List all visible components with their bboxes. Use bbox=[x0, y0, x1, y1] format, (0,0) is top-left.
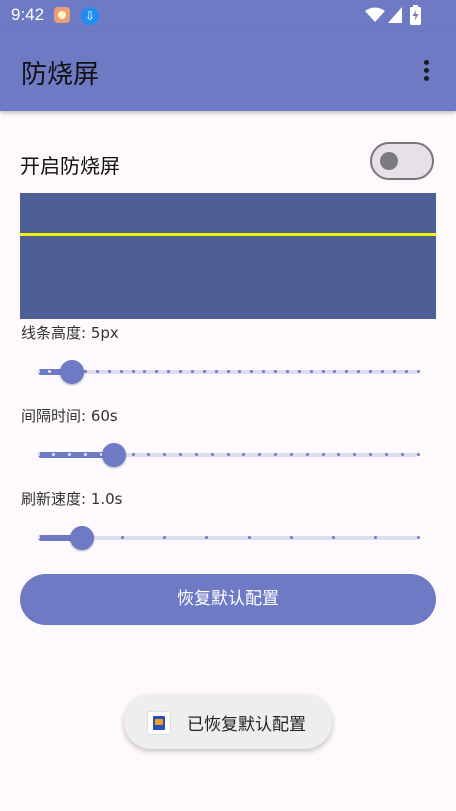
slider-tick bbox=[416, 536, 420, 539]
preview-line bbox=[20, 233, 436, 236]
download-icon: ⇩ bbox=[81, 7, 99, 25]
cellular-signal-icon bbox=[388, 7, 402, 23]
slider-tick bbox=[369, 453, 372, 456]
slider-tick bbox=[36, 370, 40, 373]
line-height-label: 线条高度: 5px bbox=[21, 324, 119, 342]
slider-tick bbox=[404, 370, 408, 373]
slider-tick bbox=[384, 453, 388, 456]
slider-tick bbox=[107, 370, 111, 373]
slider-tick bbox=[226, 453, 230, 456]
refresh-speed-label: 刷新速度: 1.0s bbox=[21, 490, 123, 508]
slider-tick bbox=[380, 370, 384, 373]
slider-tick bbox=[179, 370, 182, 373]
app-icon bbox=[147, 711, 171, 735]
slider-tick bbox=[305, 453, 309, 456]
slider-tick bbox=[274, 453, 277, 456]
slider-thumb[interactable] bbox=[102, 443, 126, 467]
wifi-icon bbox=[365, 7, 385, 22]
slider-tick bbox=[131, 453, 135, 456]
slider-tick bbox=[289, 453, 293, 456]
interval-label: 间隔时间: 60s bbox=[21, 407, 118, 425]
toast-message: 已恢复默认配置 bbox=[187, 715, 306, 735]
slider-tick bbox=[369, 370, 372, 373]
slider-tick bbox=[289, 536, 293, 539]
slider-tick bbox=[84, 453, 87, 456]
toast: 已恢复默认配置 bbox=[124, 695, 332, 749]
burn-in-preview bbox=[20, 193, 436, 319]
line-height-slider[interactable] bbox=[36, 360, 420, 384]
slider-tick bbox=[214, 370, 218, 373]
slider-thumb[interactable] bbox=[69, 526, 94, 550]
slider-tick bbox=[84, 370, 87, 373]
slider-tick bbox=[297, 370, 301, 373]
app-bar: 防烧屏 bbox=[0, 32, 456, 111]
enable-label: 开启防烧屏 bbox=[20, 154, 120, 178]
status-bar: 9:42 ⇩ bbox=[0, 0, 456, 32]
battery-charging-icon bbox=[410, 5, 421, 25]
slider-tick bbox=[202, 370, 206, 373]
slider-track bbox=[38, 536, 418, 540]
slider-tick bbox=[321, 453, 325, 456]
slider-tick bbox=[120, 536, 124, 539]
slider-tick bbox=[309, 370, 313, 373]
slider-tick bbox=[392, 370, 396, 373]
page-title: 防烧屏 bbox=[21, 60, 100, 90]
reset-defaults-button[interactable]: 恢复默认配置 bbox=[20, 574, 436, 625]
slider-thumb[interactable] bbox=[60, 360, 85, 384]
slider-tick bbox=[95, 370, 99, 373]
slider-tick bbox=[400, 453, 404, 456]
slider-tick bbox=[274, 370, 277, 373]
slider-tick bbox=[36, 536, 40, 539]
slider-tick bbox=[119, 370, 123, 373]
status-time: 9:42 bbox=[11, 5, 45, 24]
slider-tick bbox=[226, 370, 230, 373]
refresh-speed-slider[interactable] bbox=[36, 526, 420, 550]
interval-slider[interactable] bbox=[36, 443, 420, 467]
slider-tick bbox=[194, 453, 198, 456]
enable-toggle[interactable] bbox=[370, 142, 434, 180]
slider-tick bbox=[321, 370, 325, 373]
slider-tick bbox=[36, 453, 40, 456]
slider-tick bbox=[210, 453, 214, 456]
slider-tick bbox=[179, 453, 182, 456]
slider-tick bbox=[131, 370, 135, 373]
slider-tick bbox=[416, 453, 420, 456]
more-vert-icon[interactable] bbox=[416, 58, 438, 84]
slider-tick bbox=[190, 370, 194, 373]
app-notification-icon bbox=[54, 7, 70, 23]
slider-tick bbox=[285, 370, 289, 373]
slider-tick bbox=[247, 536, 251, 539]
toggle-thumb bbox=[380, 152, 398, 170]
slider-tick bbox=[416, 370, 420, 373]
